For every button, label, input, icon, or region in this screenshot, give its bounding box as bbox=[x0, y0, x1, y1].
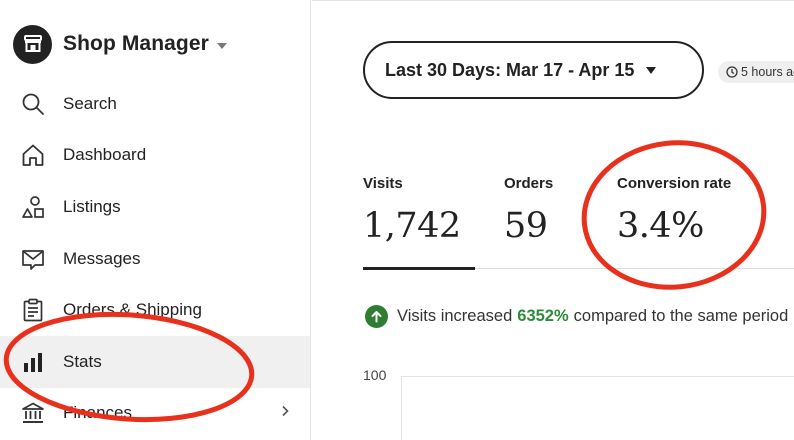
metric-value: 1,742 bbox=[363, 206, 461, 246]
stats-main: Last 30 Days: Mar 17 - Apr 15 5 hours ag… bbox=[312, 0, 794, 440]
chart-gridline bbox=[401, 376, 794, 377]
sidebar-item-listings[interactable]: Listings bbox=[0, 181, 310, 233]
chevron-down-icon bbox=[216, 42, 227, 49]
clipboard-icon bbox=[20, 297, 46, 323]
date-range-label: Last 30 Days: Mar 17 - Apr 15 bbox=[385, 59, 635, 80]
sidebar: Shop Manager Search Dashboard Listings M… bbox=[0, 0, 311, 440]
date-range-dropdown[interactable]: Last 30 Days: Mar 17 - Apr 15 bbox=[363, 41, 704, 99]
chevron-down-icon bbox=[646, 66, 657, 74]
notice-percent: 6352% bbox=[517, 306, 569, 325]
mail-icon bbox=[20, 246, 46, 272]
chart-y-tick: 100 bbox=[363, 367, 387, 383]
shop-manager-title: Shop Manager bbox=[63, 32, 209, 55]
sidebar-item-label: Stats bbox=[63, 351, 102, 371]
shop-storefront-icon bbox=[13, 24, 52, 64]
metric-label: Orders bbox=[504, 175, 554, 192]
sidebar-item-orders-shipping[interactable]: Orders & Shipping bbox=[0, 284, 310, 336]
clock-icon bbox=[726, 66, 738, 78]
last-updated-text: 5 hours ago bbox=[741, 65, 794, 79]
bank-icon bbox=[20, 400, 46, 426]
sidebar-item-finances[interactable]: Finances bbox=[0, 388, 310, 440]
home-icon bbox=[20, 142, 46, 168]
shapes-icon bbox=[20, 194, 46, 220]
metric-label: Conversion rate bbox=[617, 175, 732, 192]
shop-manager-switcher[interactable]: Shop Manager bbox=[13, 24, 227, 64]
search-icon bbox=[20, 91, 46, 117]
sidebar-item-label: Search bbox=[63, 93, 117, 113]
last-updated-badge: 5 hours ago bbox=[718, 61, 794, 83]
sidebar-item-label: Messages bbox=[63, 248, 141, 268]
sidebar-nav: Search Dashboard Listings Messages Order… bbox=[0, 78, 310, 439]
sidebar-item-search[interactable]: Search bbox=[0, 78, 310, 130]
bar-chart-icon bbox=[20, 349, 46, 375]
metric-tab-orders[interactable]: Orders 59 bbox=[504, 175, 553, 246]
chart-y-axis bbox=[401, 376, 402, 440]
arrow-up-icon bbox=[365, 304, 388, 328]
sidebar-item-dashboard[interactable]: Dashboard bbox=[0, 130, 310, 182]
notice-prefix: Visits increased bbox=[397, 306, 513, 325]
notice-suffix: compared to the same period bbox=[573, 306, 789, 325]
header-divider bbox=[312, 0, 794, 4]
metric-tab-visits[interactable]: Visits 1,742 bbox=[363, 175, 461, 246]
metric-label: Visits bbox=[363, 175, 403, 192]
metric-value: 3.4% bbox=[617, 206, 704, 246]
metric-tab-conversion-rate[interactable]: Conversion rate 3.4% bbox=[617, 175, 731, 246]
chevron-right-icon bbox=[280, 404, 290, 422]
metric-value: 59 bbox=[504, 206, 548, 246]
sidebar-item-label: Dashboard bbox=[63, 145, 147, 165]
sidebar-item-label: Orders & Shipping bbox=[63, 300, 202, 320]
sidebar-item-stats[interactable]: Stats bbox=[0, 335, 310, 388]
sidebar-item-label: Finances bbox=[63, 403, 132, 423]
visits-change-notice: Visits increased 6352% compared to the s… bbox=[365, 303, 788, 329]
sidebar-item-label: Listings bbox=[63, 196, 121, 216]
selected-tab-indicator bbox=[363, 267, 475, 270]
sidebar-item-messages[interactable]: Messages bbox=[0, 233, 310, 285]
